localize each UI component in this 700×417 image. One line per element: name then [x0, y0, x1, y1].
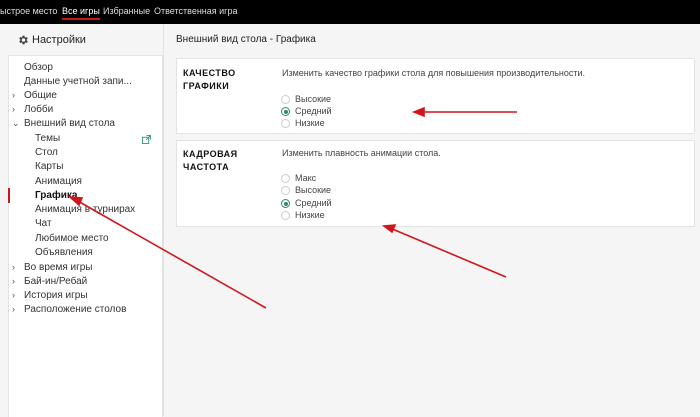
- frame-rate-description: Изменить плавность анимации стола.: [282, 148, 441, 158]
- graphics-quality-title-line1: КАЧЕСТВО: [183, 68, 236, 78]
- sidebar-item-announcements[interactable]: Объявления: [35, 247, 93, 258]
- chevron-right-icon[interactable]: ›: [12, 104, 15, 114]
- sidebar-item-lobby[interactable]: Лобби: [24, 104, 53, 115]
- frame-rate-title-line2: ЧАСТОТА: [183, 162, 230, 172]
- sidebar-item-graphics[interactable]: Графика: [35, 190, 77, 201]
- annotation-arrow-frame-rate-card: [389, 227, 507, 278]
- frame-rate-card: КАДРОВАЯ ЧАСТОТА Изменить плавность аним…: [176, 140, 695, 227]
- radio-label: Высокие: [295, 94, 332, 104]
- frame-rate-title-line1: КАДРОВАЯ: [183, 149, 238, 159]
- radio-label: Средний: [295, 106, 332, 116]
- sidebar-item-tournament-animation[interactable]: Анимация в турнирах: [35, 204, 135, 215]
- frame-rate-title: КАДРОВАЯ ЧАСТОТА: [183, 148, 238, 174]
- active-item-indicator: [8, 188, 10, 203]
- tab-favorites[interactable]: Избранные: [103, 6, 150, 16]
- graphics-quality-card: КАЧЕСТВО ГРАФИКИ Изменить качество графи…: [176, 58, 695, 134]
- radio-button[interactable]: [281, 186, 290, 195]
- chevron-right-icon[interactable]: ›: [12, 304, 15, 314]
- radio-button[interactable]: [281, 119, 290, 128]
- sidebar-item-themes[interactable]: Темы: [35, 133, 60, 144]
- radio-label: Низкие: [295, 118, 325, 128]
- radio-button-selected[interactable]: [281, 107, 290, 116]
- sidebar-item-table[interactable]: Стол: [35, 147, 58, 158]
- top-navigation-bar: ыстрое место Все игры Избранные Ответств…: [0, 0, 700, 24]
- sidebar-item-account-data[interactable]: Данные учетной запи...: [24, 76, 132, 87]
- sidebar-item-animation[interactable]: Анимация: [35, 176, 82, 187]
- radio-label: Макс: [295, 173, 317, 183]
- chevron-down-icon[interactable]: ⌄: [12, 118, 20, 129]
- radio-label: Высокие: [295, 185, 332, 195]
- radio-button-selected[interactable]: [281, 199, 290, 208]
- graphics-quality-description: Изменить качество графики стола для повы…: [282, 68, 586, 78]
- settings-title: Настройки: [32, 34, 86, 46]
- chevron-right-icon[interactable]: ›: [12, 90, 15, 100]
- tab-responsible-game[interactable]: Ответственная игра: [154, 6, 237, 16]
- radio-button[interactable]: [281, 95, 290, 104]
- sidebar-item-buyin-rebuy[interactable]: Бай-ин/Ребай: [24, 276, 87, 287]
- radio-button[interactable]: [281, 211, 290, 220]
- graphics-quality-title-line2: ГРАФИКИ: [183, 81, 230, 91]
- sidebar-item-chat[interactable]: Чат: [35, 218, 52, 229]
- external-link-icon[interactable]: [142, 135, 151, 144]
- graphics-quality-title: КАЧЕСТВО ГРАФИКИ: [183, 67, 236, 93]
- sidebar-item-overview[interactable]: Обзор: [24, 62, 53, 73]
- sidebar-item-table-layout[interactable]: Расположение столов: [24, 304, 126, 315]
- gear-icon: [19, 35, 28, 45]
- tab-quick-seat[interactable]: ыстрое место: [0, 6, 57, 16]
- sidebar-item-game-history[interactable]: История игры: [24, 290, 88, 301]
- chevron-right-icon[interactable]: ›: [12, 262, 15, 272]
- sidebar-item-during-game[interactable]: Во время игры: [24, 262, 93, 273]
- chevron-right-icon[interactable]: ›: [12, 290, 15, 300]
- radio-label: Низкие: [295, 210, 325, 220]
- panel-divider: [163, 24, 164, 416]
- tab-all-games[interactable]: Все игры: [62, 6, 100, 20]
- sidebar-item-general[interactable]: Общие: [24, 90, 57, 101]
- page-title: Внешний вид стола - Графика: [176, 34, 316, 45]
- radio-label: Средний: [295, 198, 332, 208]
- chevron-right-icon[interactable]: ›: [12, 276, 15, 286]
- sidebar-item-table-appearance[interactable]: Внешний вид стола: [24, 118, 115, 129]
- sidebar-item-favorite-seat[interactable]: Любимое место: [35, 233, 109, 244]
- sidebar-item-cards[interactable]: Карты: [35, 161, 64, 172]
- radio-button[interactable]: [281, 174, 290, 183]
